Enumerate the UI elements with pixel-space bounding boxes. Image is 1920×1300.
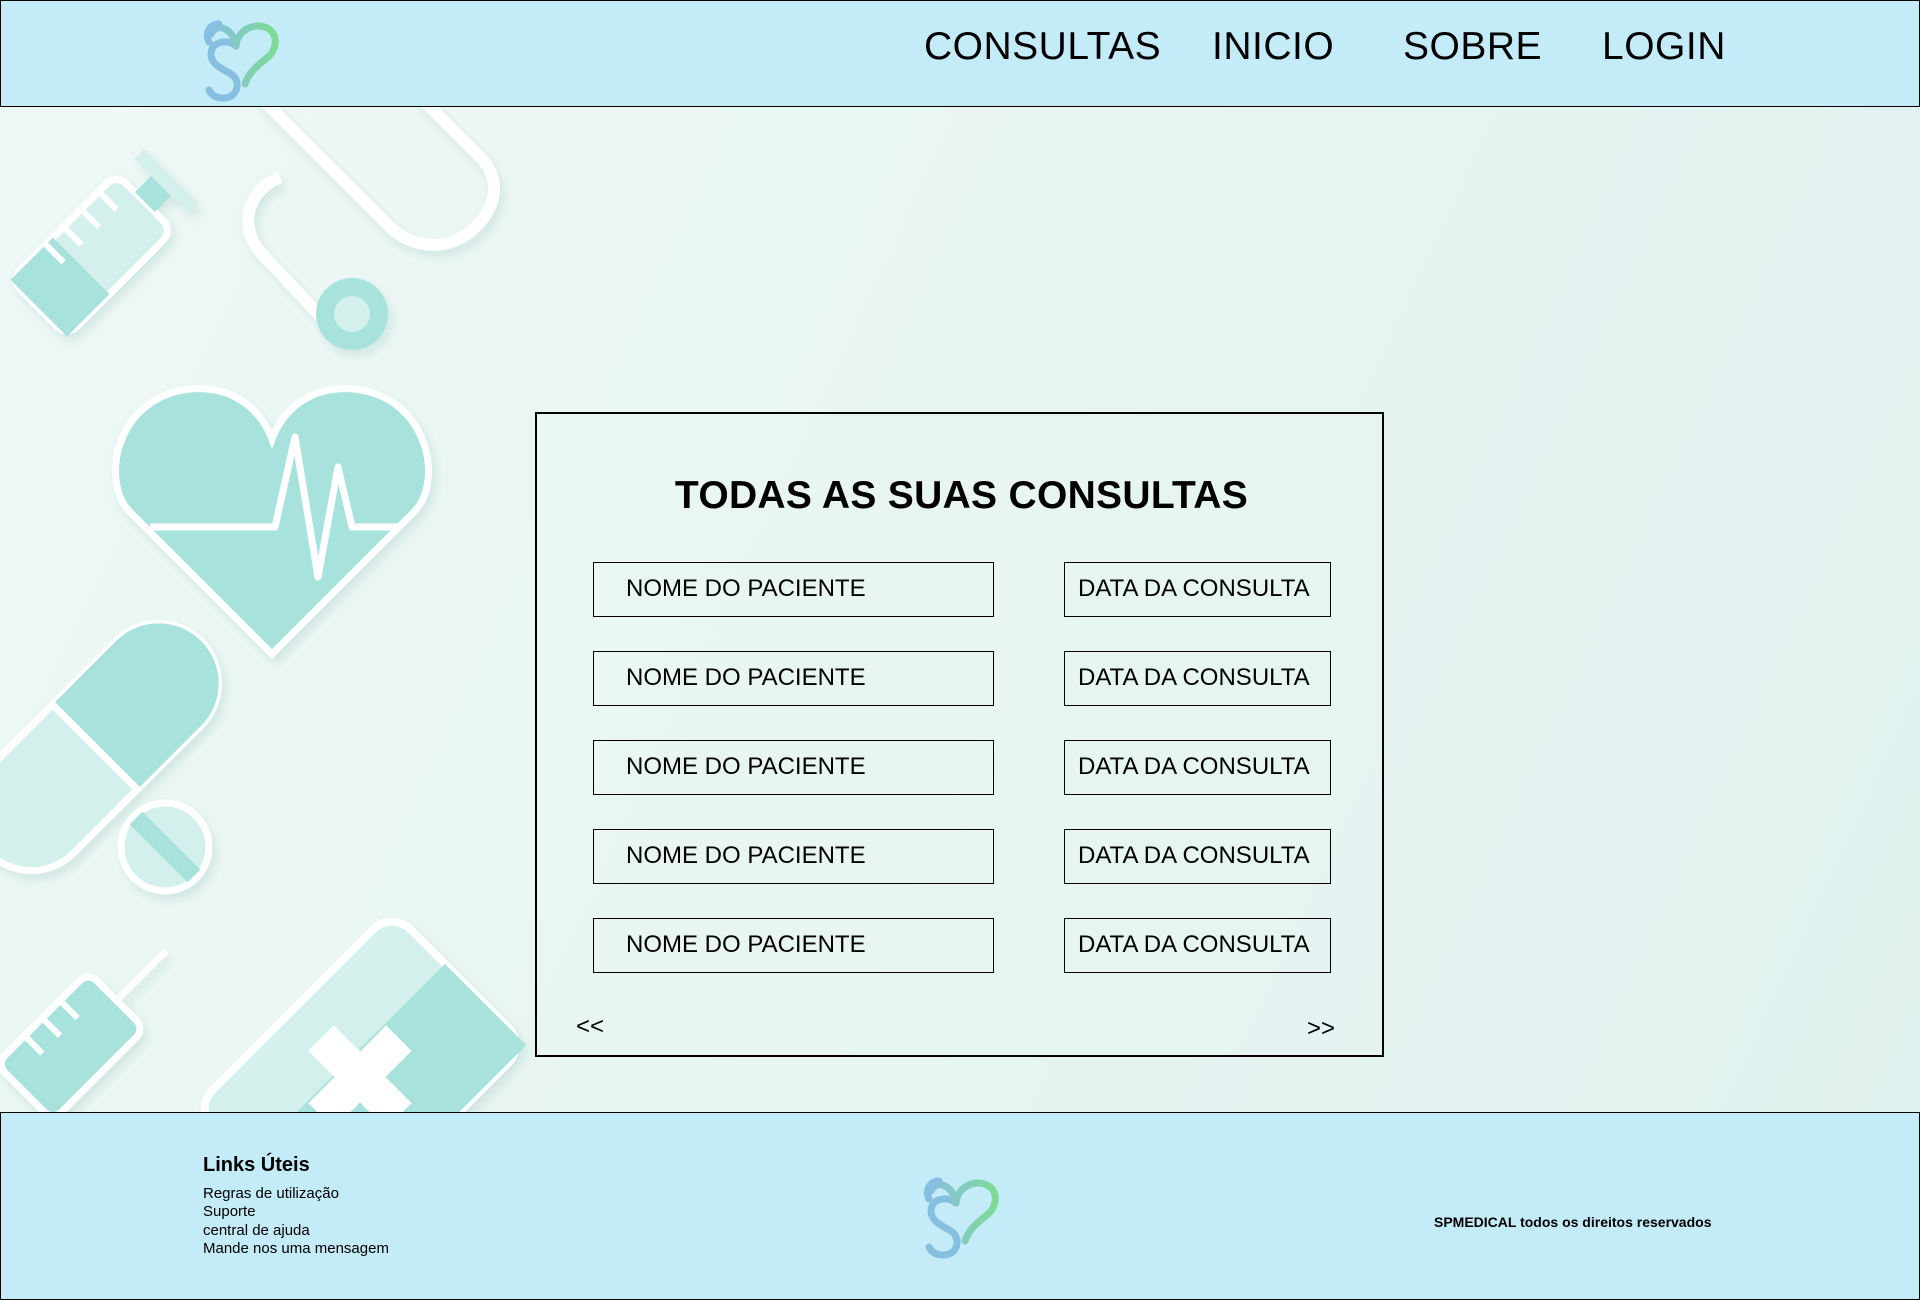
useful-links-title: Links Úteis [203,1154,310,1176]
footer-link-help-center[interactable]: central de ajuda [203,1222,389,1240]
appointment-row: NOME DO PACIENTE DATA DA CONSULTA [537,651,1386,706]
appointment-row: NOME DO PACIENTE DATA DA CONSULTA [537,740,1386,795]
nav-link-sobre[interactable]: SOBRE [1403,23,1542,71]
appointment-date-field[interactable]: DATA DA CONSULTA [1064,829,1331,884]
main-nav: CONSULTAS INICIO SOBRE LOGIN [1,23,1920,83]
nav-link-inicio[interactable]: INICIO [1212,23,1334,71]
patient-name-field[interactable]: NOME DO PACIENTE [593,562,994,617]
first-aid-bag-icon [200,917,527,1112]
nav-link-login[interactable]: LOGIN [1602,23,1726,71]
patient-name-field[interactable]: NOME DO PACIENTE [593,829,994,884]
heart-pulse-icon [112,385,432,659]
previous-page-button[interactable]: << [576,1012,604,1042]
header-bar: CONSULTAS INICIO SOBRE LOGIN [0,0,1920,107]
useful-links-list: Regras de utilização Suporte central de … [203,1185,389,1258]
appointment-date-field[interactable]: DATA DA CONSULTA [1064,740,1331,795]
copyright-text: SPMEDICAL todos os direitos reservados [1434,1214,1712,1230]
appointment-row: NOME DO PACIENTE DATA DA CONSULTA [537,562,1386,617]
next-page-button[interactable]: >> [1307,1014,1335,1044]
patient-name-field[interactable]: NOME DO PACIENTE [593,918,994,973]
footer-bar: Links Úteis Regras de utilização Suporte… [0,1112,1920,1300]
patient-name-field[interactable]: NOME DO PACIENTE [593,651,994,706]
footer-link-message[interactable]: Mande nos uma mensagem [203,1240,389,1258]
appointment-row: NOME DO PACIENTE DATA DA CONSULTA [537,829,1386,884]
main-content: TODAS AS SUAS CONSULTAS NOME DO PACIENTE… [0,107,1920,1112]
footer-logo-icon [923,1177,999,1259]
patient-name-field[interactable]: NOME DO PACIENTE [593,740,994,795]
nav-link-consultas[interactable]: CONSULTAS [924,23,1161,71]
footer-link-support[interactable]: Suporte [203,1203,389,1221]
appointments-card: TODAS AS SUAS CONSULTAS NOME DO PACIENTE… [535,412,1384,1057]
footer-link-rules[interactable]: Regras de utilização [203,1185,389,1203]
stethoscope-icon [242,107,500,350]
card-title: TODAS AS SUAS CONSULTAS [674,474,1249,517]
medical-decor-illustration [0,107,527,1112]
appointment-date-field[interactable]: DATA DA CONSULTA [1064,918,1331,973]
appointment-date-field[interactable]: DATA DA CONSULTA [1064,562,1331,617]
syringe-small-icon [0,948,169,1112]
appointment-date-field[interactable]: DATA DA CONSULTA [1064,651,1331,706]
syringe-icon [10,149,198,337]
appointment-row: NOME DO PACIENTE DATA DA CONSULTA [537,918,1386,973]
tablet-icon [117,799,213,895]
